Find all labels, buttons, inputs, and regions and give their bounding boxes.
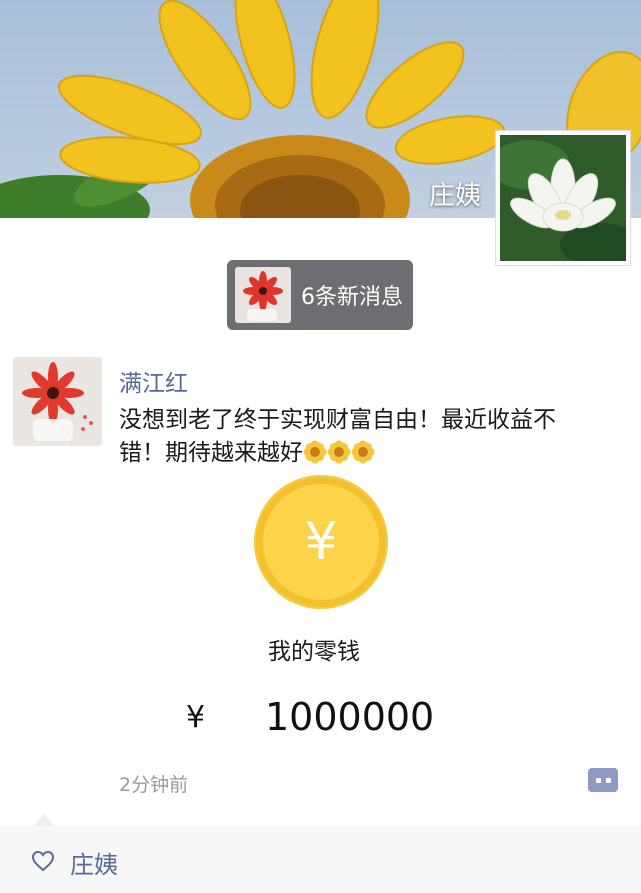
like-username[interactable]: 庄姨 [70, 845, 118, 880]
new-messages-button[interactable]: 6条新消息 [227, 260, 413, 330]
flower-icon [351, 440, 375, 464]
flower-icon [303, 440, 327, 464]
post-author-avatar[interactable] [13, 357, 102, 446]
yen-icon: ¥ [263, 484, 379, 600]
flower-icon [327, 440, 351, 464]
comment-more-button[interactable] [588, 768, 618, 792]
profile-avatar[interactable] [495, 130, 631, 266]
currency-symbol: ¥ [186, 700, 206, 735]
new-messages-label: 6条新消息 [301, 285, 403, 310]
cover-username: 庄姨 [428, 181, 481, 211]
post-author-name[interactable]: 满江红 [119, 364, 188, 398]
post-timestamp: 2分钟前 [119, 774, 189, 796]
likes-caret [34, 814, 54, 826]
balance-amount: 1000000 [265, 695, 435, 739]
heart-icon [31, 850, 55, 872]
likes-section: 庄姨 [0, 826, 641, 893]
message-sender-avatar [235, 267, 291, 323]
coin-image[interactable]: ¥ [254, 475, 388, 609]
post-text: 没想到老了终于实现财富自由！最近收益不错！期待越来越好 [119, 404, 589, 470]
wallet-label: 我的零钱 [268, 639, 360, 665]
